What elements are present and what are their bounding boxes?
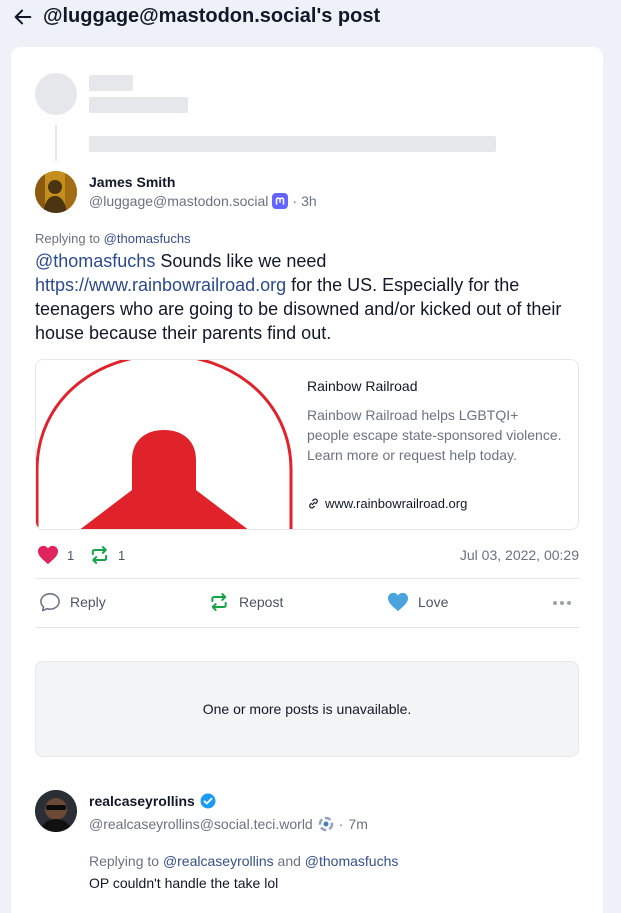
unavailable-text: One or more posts is unavailable. <box>202 701 412 717</box>
display-name[interactable]: James Smith <box>89 174 175 190</box>
link-card-title: Rainbow Railroad <box>307 378 418 394</box>
post-text-1: Sounds like we need <box>155 251 327 271</box>
reply-replying-to: Replying to @realcaseyrollins and @thoma… <box>89 853 398 869</box>
replying-to: Replying to @thomasfuchs <box>35 231 191 246</box>
verified-badge-icon <box>200 793 216 809</box>
reply-button[interactable]: Reply <box>39 592 106 612</box>
instance-icon <box>318 816 333 832</box>
url-link[interactable]: https://www.rainbowrailroad.org <box>35 275 286 295</box>
link-card-url: www.rainbowrailroad.org <box>307 496 467 511</box>
post-content: @thomasfuchs Sounds like we need https:/… <box>35 249 580 345</box>
like-count: 1 <box>67 547 75 563</box>
link-preview-card[interactable]: Rainbow Railroad Rainbow Railroad helps … <box>35 359 579 530</box>
repost-icon <box>211 593 227 611</box>
repost-count: 1 <box>118 547 126 563</box>
avatar-image <box>35 171 77 213</box>
back-arrow-icon[interactable] <box>12 6 34 28</box>
repost-label: Repost <box>239 594 284 610</box>
link-icon <box>309 498 318 509</box>
thread-card: James Smith @luggage@mastodon.social · 3… <box>11 47 603 913</box>
reply-account-row: @realcaseyrollins@social.teci.world · 7m <box>89 816 368 832</box>
separator: · <box>292 193 298 209</box>
avatar[interactable] <box>35 171 77 213</box>
reply-separator: · <box>338 816 344 832</box>
reply-icon <box>40 593 60 612</box>
top-bar: @luggage@mastodon.social's post <box>0 0 621 40</box>
love-heart-icon <box>388 592 408 612</box>
skeleton-name-line <box>89 75 133 91</box>
replying-mention[interactable]: @thomasfuchs <box>104 231 191 246</box>
repost-stat[interactable]: 1 <box>89 545 125 565</box>
reply-content: OP couldn't handle the take lol <box>89 875 279 891</box>
reply-avatar[interactable] <box>35 790 77 832</box>
skeleton-avatar <box>35 73 77 115</box>
more-options-icon[interactable] <box>551 593 573 613</box>
account-handle[interactable]: @luggage@mastodon.social <box>89 193 268 209</box>
repost-count-icon <box>91 546 108 564</box>
repost-button[interactable]: Repost <box>208 592 283 612</box>
post-stats: 1 1 Jul 03, 2022, 00:29 <box>35 545 579 565</box>
replying-prefix: Replying to <box>35 231 101 246</box>
reply-mention-1[interactable]: @realcaseyrollins <box>163 853 274 869</box>
reply-label: Reply <box>70 594 106 610</box>
love-label: Love <box>418 594 449 610</box>
account-row: @luggage@mastodon.social · 3h <box>89 193 317 209</box>
mastodon-icon <box>272 193 289 209</box>
reply-display-name-text: realcaseyrollins <box>89 793 195 809</box>
thread-line <box>55 125 57 161</box>
post-date[interactable]: Jul 03, 2022, 00:29 <box>460 547 579 563</box>
skeleton-content-line <box>89 136 496 152</box>
reply-mention-2[interactable]: @thomasfuchs <box>305 853 399 869</box>
unavailable-notice: One or more posts is unavailable. <box>35 661 579 757</box>
link-card-description: Rainbow Railroad helps LGBTQI+ people es… <box>307 407 562 463</box>
reply-account-handle[interactable]: @realcaseyrollins@social.teci.world <box>89 816 313 832</box>
skeleton-handle-line <box>89 97 188 113</box>
reply-replying-prefix: Replying to <box>89 853 160 869</box>
love-button[interactable]: Love <box>387 592 448 612</box>
like-stat[interactable]: 1 <box>37 545 74 565</box>
link-card-url-text: www.rainbowrailroad.org <box>325 496 468 511</box>
reply-avatar-image <box>35 790 77 832</box>
reply-replying-and: and <box>277 853 301 869</box>
link-preview-image <box>36 360 293 529</box>
heart-icon <box>38 545 58 565</box>
divider <box>35 578 579 579</box>
post-actions: Reply Repost Love <box>35 590 579 618</box>
reply-display-name[interactable]: realcaseyrollins <box>89 793 216 809</box>
timestamp[interactable]: 3h <box>301 193 317 209</box>
mention-link[interactable]: @thomasfuchs <box>35 251 155 271</box>
page-title: @luggage@mastodon.social's post <box>43 5 381 27</box>
divider <box>35 627 579 628</box>
reply-timestamp[interactable]: 7m <box>348 816 367 832</box>
